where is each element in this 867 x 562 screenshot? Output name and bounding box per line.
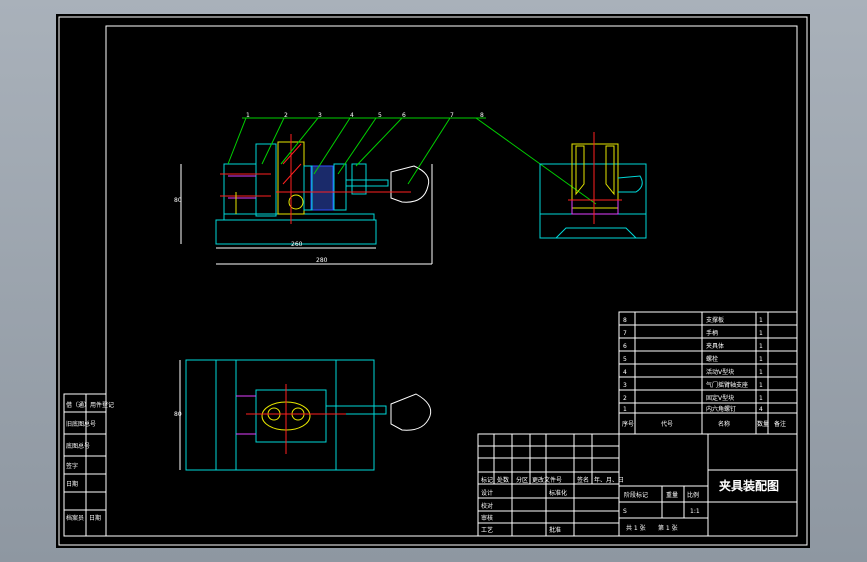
bom-no: 7 [623, 330, 627, 337]
tb-doc: 更改文件号 [532, 476, 562, 484]
cad-canvas: 借（通）用件登记 旧底图总号 底图总号 签字 日期 档案员 日期 80 260 … [58, 16, 808, 546]
bom-no: 6 [623, 343, 627, 350]
tb-review: 审核 [481, 514, 493, 522]
bom-table: 8 支撑板 1 7 手柄 1 6 夹具体 1 5 螺栓 1 4 活动V型块 1 … [618, 311, 798, 435]
strip-label: 签字 [66, 462, 78, 470]
balloon-5: 5 [378, 112, 382, 119]
drawing-sheet: 借（通）用件登记 旧底图总号 底图总号 签字 日期 档案员 日期 80 260 … [56, 14, 810, 548]
left-strip: 借（通）用件登记 旧底图总号 底图总号 签字 日期 档案员 日期 [63, 393, 114, 537]
balloon-8: 8 [480, 112, 484, 119]
bom-name: 固定V型块 [706, 394, 734, 402]
balloon-2: 2 [284, 112, 288, 119]
tb-design: 设计 [481, 489, 493, 497]
tb-sheets: 共 1 张 [626, 524, 646, 532]
bom-header-code: 代号 [661, 420, 673, 428]
dim-total: 280 [316, 257, 328, 264]
bom-qty: 1 [759, 343, 763, 350]
bom-header-note: 备注 [774, 420, 786, 428]
tb-approve: 批准 [549, 526, 561, 534]
tb-weight: 重量 [666, 491, 678, 499]
bom-qty: 1 [759, 369, 763, 376]
tb-sign: 签名 [577, 476, 589, 484]
bom-no: 4 [623, 369, 627, 376]
tb-scale: 1:1 [690, 508, 700, 515]
tb-check: 校对 [481, 502, 493, 510]
bom-name: 螺栓 [706, 355, 718, 363]
bom-qty: 1 [759, 382, 763, 389]
title-block: 标记 处数 分区 更改文件号 签名 年、月、日 设计 标准化 校对 审核 工艺 … [477, 433, 798, 537]
strip-label: 档案员 [66, 514, 84, 522]
balloon-4: 4 [350, 112, 354, 119]
dim-height: 80 [174, 197, 182, 204]
drawing-title: 夹具装配图 [719, 478, 779, 493]
strip-label: 日期 [89, 514, 101, 522]
bom-qty: 1 [759, 317, 763, 324]
bom-qty: 1 [759, 356, 763, 363]
bom-name: 手柄 [706, 329, 718, 337]
balloon-1: 1 [246, 112, 250, 119]
inner-border [105, 25, 798, 537]
tb-process: 工艺 [481, 526, 493, 534]
balloon-3: 3 [318, 112, 322, 119]
side-view [539, 132, 647, 239]
tb-sheet-no: 第 1 张 [658, 524, 678, 532]
strip-label: 底图总号 [66, 442, 90, 450]
balloon-7: 7 [450, 112, 454, 119]
tb-ratio: 比例 [687, 491, 699, 499]
strip-label: 借（通）用件登记 [66, 401, 114, 409]
bom-header-qty: 数量 [757, 420, 769, 428]
strip-label: 日期 [66, 480, 78, 488]
bom-name: 活动V型块 [706, 368, 734, 376]
bom-header-name: 名称 [718, 420, 730, 428]
bom-no: 3 [623, 382, 627, 389]
tb-date: 年、月、日 [594, 476, 624, 484]
strip-label: 旧底图总号 [66, 420, 96, 428]
tb-zone: 分区 [516, 476, 528, 484]
tb-stage-value: S [623, 508, 627, 515]
plan-view: 80 [174, 359, 432, 471]
outer-border [58, 16, 808, 546]
bom-name: 内六角螺钉 [706, 405, 736, 413]
tb-mark: 标记 [481, 476, 493, 484]
dim-width: 260 [291, 241, 303, 248]
bom-name: 气门摇臂轴支座 [706, 381, 748, 389]
tb-stage: 阶段标记 [624, 491, 648, 499]
bom-name: 夹具体 [706, 342, 724, 350]
dim-plan: 80 [174, 411, 182, 418]
front-view: 80 260 280 1 2 3 4 5 6 7 8 [174, 112, 597, 265]
bom-no: 1 [623, 406, 627, 413]
bom-name: 支撑板 [706, 316, 724, 324]
bom-no: 5 [623, 356, 627, 363]
bom-no: 2 [623, 395, 627, 402]
bom-qty: 4 [759, 406, 763, 413]
bom-qty: 1 [759, 395, 763, 402]
tb-count: 处数 [497, 476, 509, 484]
bom-qty: 1 [759, 330, 763, 337]
bom-no: 8 [623, 317, 627, 324]
balloon-6: 6 [402, 112, 406, 119]
bom-header-no: 序号 [622, 420, 634, 428]
tb-std: 标准化 [549, 489, 567, 497]
